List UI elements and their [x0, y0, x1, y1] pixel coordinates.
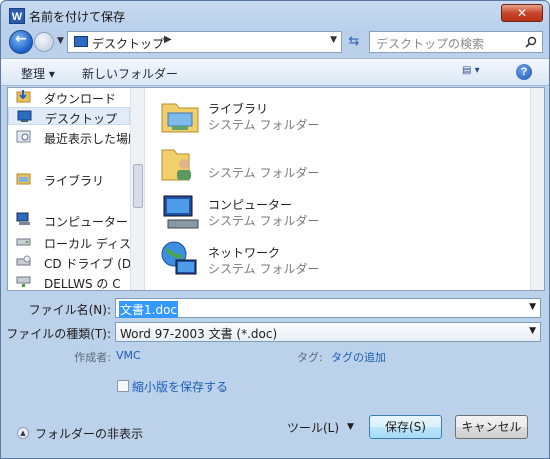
- help-icon[interactable]: ?: [516, 64, 532, 80]
- file-name: コンピューター: [208, 198, 293, 212]
- nav-scroll-thumb[interactable]: [133, 164, 143, 208]
- view-options-icon[interactable]: ▤ ▾: [462, 65, 490, 81]
- nav-item-cd-drive[interactable]: CD ドライブ (D: [8, 253, 132, 271]
- file-list: ライブラリ システム フォルダー システム フォルダー コンピューター システム…: [146, 88, 530, 290]
- back-button[interactable]: ←: [9, 30, 33, 54]
- nav-item-label: コンピューター: [44, 215, 129, 229]
- navigation-bar: ← ▼ デスクトップ ▶ ▼ ⇆ デスクトップの検索: [1, 29, 549, 55]
- nav-item-libraries[interactable]: ライブラリ: [8, 170, 130, 188]
- download-folder-icon: [16, 90, 31, 103]
- nav-scrollbar[interactable]: [130, 88, 144, 290]
- nav-item-network-drive[interactable]: DELLWS の C: [8, 273, 130, 290]
- command-toolbar: 整理 ▾ 新しいフォルダー ▤ ▾ ?: [1, 58, 549, 86]
- address-dropdown-icon[interactable]: ▼: [330, 35, 337, 45]
- search-icon[interactable]: [525, 36, 537, 48]
- organize-menu[interactable]: 整理 ▾: [21, 65, 55, 82]
- file-item-user[interactable]: システム フォルダー: [160, 140, 460, 188]
- browser-area: ダウンロード デスクトップ 最近表示した場所 ライブラリ コンピューター ローカ…: [7, 87, 545, 291]
- nav-item-label: デスクトップ: [45, 112, 118, 126]
- desktop-icon: [74, 36, 88, 47]
- window-title: 名前を付けて保存: [29, 10, 126, 24]
- new-folder-button[interactable]: 新しいフォルダー: [82, 65, 178, 82]
- tags-value[interactable]: タグの追加: [331, 349, 386, 365]
- filetype-select[interactable]: Word 97-2003 文書 (*.doc) ▼: [115, 322, 541, 342]
- recent-places-icon: [16, 130, 31, 143]
- close-button[interactable]: ✕: [501, 4, 543, 22]
- file-name: ネットワーク: [208, 246, 281, 260]
- nav-item-label: 最近表示した場所: [44, 132, 141, 146]
- user-folder-icon: [161, 149, 191, 181]
- nav-item-computer[interactable]: コンピューター: [8, 211, 130, 229]
- desktop-icon: [17, 110, 32, 122]
- file-type: システム フォルダー: [208, 166, 320, 180]
- network-drive-icon: [16, 276, 31, 287]
- tools-dropdown-icon[interactable]: ▼: [347, 422, 354, 432]
- computer-icon: [16, 212, 30, 225]
- tools-menu[interactable]: ツール(L): [287, 419, 339, 436]
- save-thumbnail-checkbox[interactable]: [117, 380, 129, 392]
- navigation-pane: ダウンロード デスクトップ 最近表示した場所 ライブラリ コンピューター ローカ…: [8, 88, 145, 290]
- title-bar: W 名前を付けて保存 ✕: [1, 1, 549, 29]
- breadcrumb-arrow-icon[interactable]: ▶: [164, 34, 172, 45]
- author-value[interactable]: VMC: [116, 349, 141, 362]
- address-bar[interactable]: デスクトップ ▶ ▼: [67, 31, 342, 53]
- nav-item-local-disk[interactable]: ローカル ディスク: [8, 233, 143, 251]
- tags-label: タグ:: [297, 351, 323, 364]
- author-label: 作成者:: [74, 351, 111, 364]
- filename-dropdown-icon[interactable]: ▼: [529, 302, 536, 312]
- file-type: システム フォルダー: [208, 214, 320, 228]
- file-item-network[interactable]: ネットワーク システム フォルダー: [160, 236, 460, 284]
- nav-item-downloads[interactable]: ダウンロード: [8, 88, 130, 106]
- computer-icon: [163, 195, 199, 229]
- filename-value[interactable]: 文書1.doc: [119, 301, 179, 318]
- file-name: ライブラリ: [208, 102, 269, 116]
- hide-folders-label: フォルダーの非表示: [35, 427, 144, 441]
- filetype-label: ファイルの種類(T):: [6, 327, 111, 341]
- nav-item-desktop[interactable]: デスクトップ: [8, 107, 130, 126]
- filename-label: ファイル名(N):: [28, 303, 111, 317]
- save-button[interactable]: 保存(S): [369, 415, 442, 439]
- file-type: システム フォルダー: [208, 118, 320, 132]
- nav-item-label: DELLWS の C: [44, 277, 121, 290]
- search-placeholder: デスクトップの検索: [376, 37, 485, 51]
- library-folder-icon: [161, 103, 199, 133]
- chevron-up-icon: ▲: [17, 427, 29, 439]
- nav-item-label: ダウンロード: [44, 92, 117, 106]
- save-as-dialog: W 名前を付けて保存 ✕ ← ▼ デスクトップ ▶ ▼ ⇆ デスクトップの検索 …: [0, 0, 550, 459]
- filetype-value: Word 97-2003 文書 (*.doc): [120, 327, 278, 341]
- hard-disk-icon: [16, 238, 31, 246]
- filetype-dropdown-icon[interactable]: ▼: [529, 326, 536, 336]
- nav-item-recent-places[interactable]: 最近表示した場所: [8, 128, 140, 146]
- library-icon: [16, 173, 31, 185]
- search-input[interactable]: デスクトップの検索: [369, 31, 543, 53]
- cd-drive-icon: [16, 255, 31, 266]
- file-item-computer[interactable]: コンピューター システム フォルダー: [160, 188, 460, 236]
- forward-button[interactable]: [34, 32, 54, 52]
- refresh-icon[interactable]: ⇆: [344, 31, 364, 53]
- filename-field[interactable]: 文書1.doc ▼: [115, 298, 541, 318]
- save-thumbnail-label[interactable]: 縮小版を保存する: [132, 378, 228, 395]
- file-item-libraries[interactable]: ライブラリ システム フォルダー: [160, 92, 460, 140]
- cancel-button[interactable]: キャンセル: [455, 415, 528, 439]
- nav-item-label: ライブラリ: [44, 174, 105, 188]
- file-type: システム フォルダー: [208, 262, 320, 276]
- address-location[interactable]: デスクトップ: [92, 35, 164, 52]
- word-app-icon: W: [9, 8, 25, 24]
- nav-item-label: ローカル ディスク: [44, 237, 143, 251]
- history-dropdown-icon[interactable]: ▼: [57, 36, 64, 46]
- nav-item-label: CD ドライブ (D: [44, 257, 132, 271]
- file-scrollbar[interactable]: [530, 88, 544, 290]
- network-icon: [161, 241, 197, 275]
